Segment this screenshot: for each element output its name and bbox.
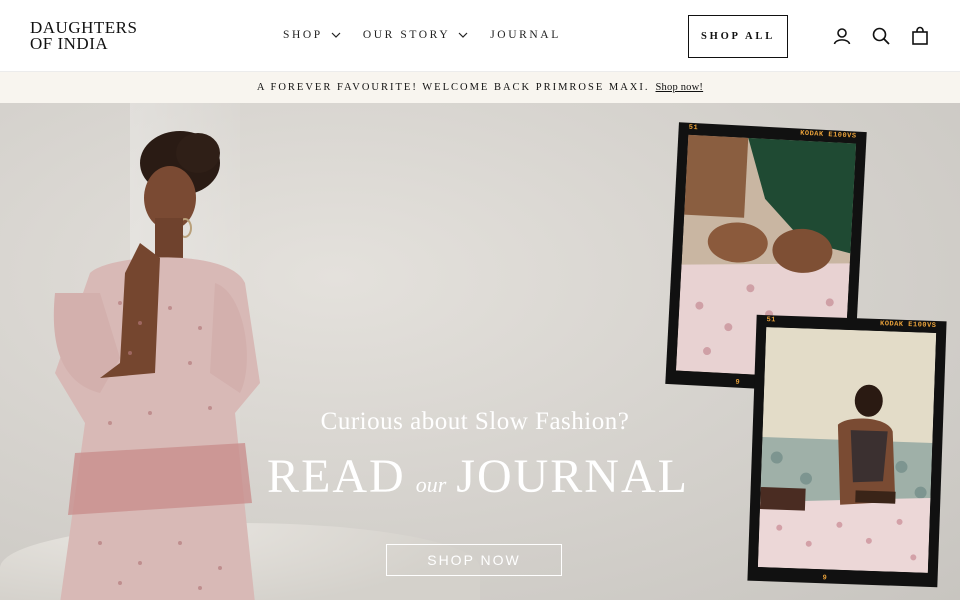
announcement-link[interactable]: Shop now!: [656, 82, 704, 93]
film-frame-number: 51: [688, 123, 699, 133]
nav-item-label: JOURNAL: [490, 29, 561, 41]
chevron-down-icon: [331, 32, 341, 38]
brand-line-2: OF INDIA: [30, 34, 109, 53]
film-frame-number: 51: [766, 316, 777, 325]
shop-all-button[interactable]: SHOP ALL: [688, 15, 788, 58]
hero-shop-now-button[interactable]: SHOP NOW: [386, 544, 562, 576]
block-printer-image: [757, 327, 937, 573]
brand-logo[interactable]: DAUGHTERS OF INDIA: [30, 19, 137, 53]
main-nav: SHOP OUR STORY JOURNAL: [283, 29, 561, 41]
chevron-down-icon: [458, 32, 468, 38]
site-header: DAUGHTERS OF INDIA SHOP OUR STORY JOURNA…: [0, 0, 960, 72]
film-brand-label: KODAK E100VS: [799, 129, 857, 141]
nav-item-label: SHOP: [283, 29, 323, 41]
nav-item-shop[interactable]: SHOP: [283, 29, 341, 41]
film-brand-label: KODAK E100VS: [879, 320, 937, 331]
nav-item-journal[interactable]: JOURNAL: [490, 29, 561, 41]
nav-item-label: OUR STORY: [362, 29, 451, 41]
account-icon[interactable]: [832, 26, 852, 46]
model-photo: [53, 131, 260, 600]
hero-title: READ our JOURNAL: [258, 449, 698, 504]
hero-title-our: our: [415, 472, 447, 497]
announcement-bar: A FOREVER FAVOURITE! WELCOME BACK PRIMRO…: [0, 72, 960, 103]
hero-title-journal: JOURNAL: [456, 450, 689, 503]
search-icon[interactable]: [871, 26, 891, 46]
hero-title-read: READ: [267, 450, 406, 503]
film-frame-bottom: 9: [822, 574, 827, 583]
hero-subtitle: Curious about Slow Fashion?: [320, 408, 630, 435]
film-photo-block-printer: 51 KODAK E100VS 9: [747, 314, 947, 588]
cart-icon[interactable]: [910, 26, 930, 46]
nav-item-our-story[interactable]: OUR STORY: [363, 29, 468, 41]
film-frame-bottom: 9: [735, 378, 740, 387]
announcement-text: A FOREVER FAVOURITE! WELCOME BACK PRIMRO…: [256, 82, 650, 93]
